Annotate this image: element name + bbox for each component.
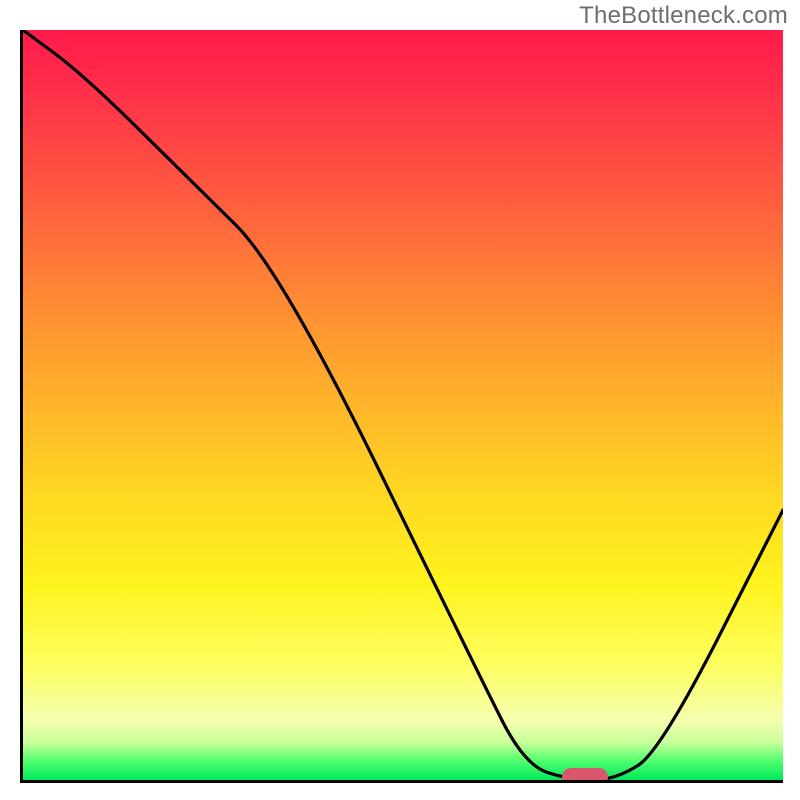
watermark-text: TheBottleneck.com	[579, 2, 788, 30]
plot-area	[20, 30, 783, 783]
optimum-marker	[562, 768, 608, 783]
chart-container: TheBottleneck.com	[0, 0, 800, 800]
curve-path	[23, 30, 783, 780]
bottleneck-curve	[23, 30, 783, 780]
